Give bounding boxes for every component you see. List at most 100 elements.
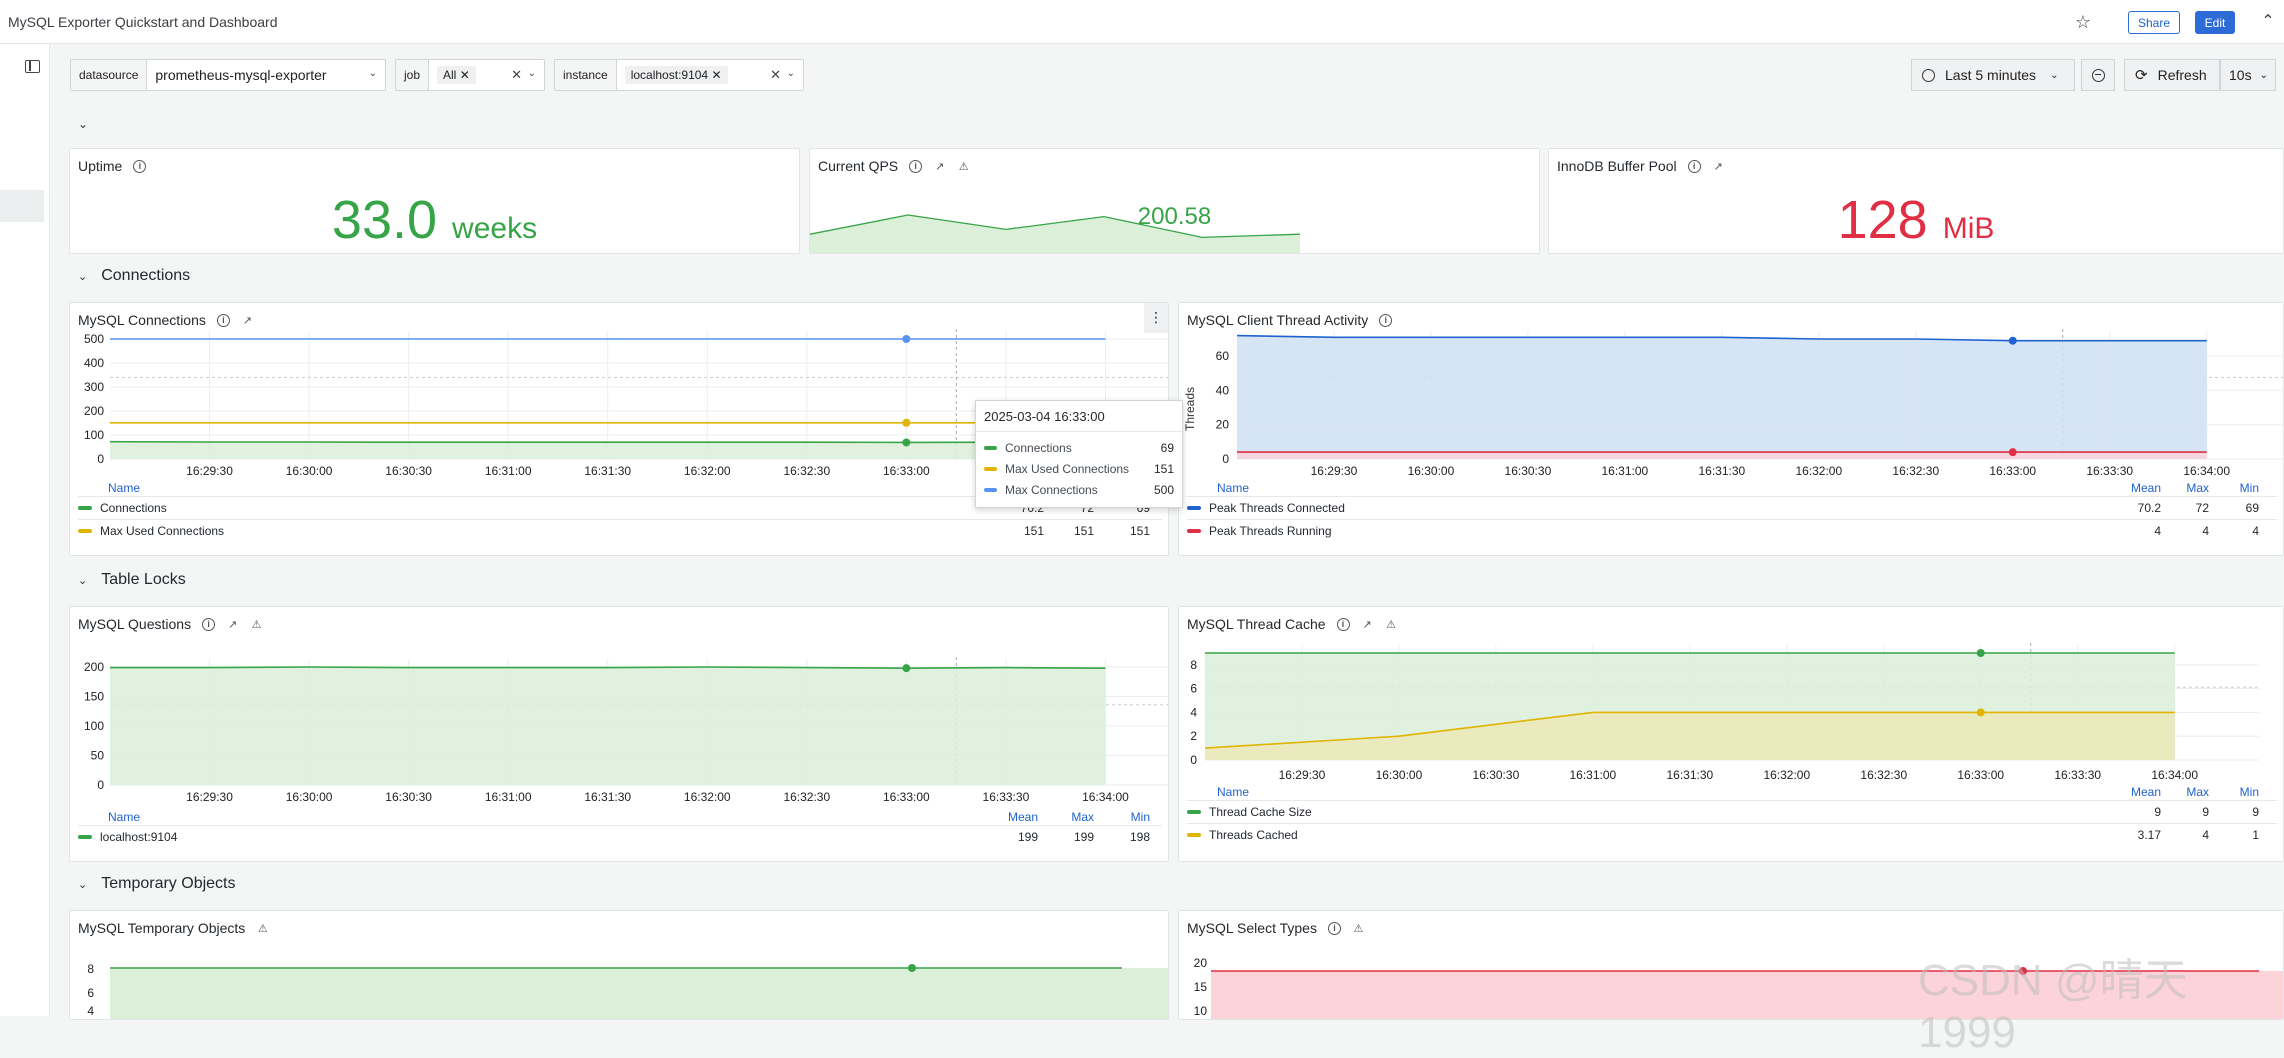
external-link-icon[interactable]: ↗ <box>1712 160 1725 173</box>
area-fill <box>110 968 1169 1020</box>
job-select[interactable]: All ✕✕⌄ <box>429 60 544 90</box>
clear-icon[interactable]: ✕ <box>770 67 781 83</box>
legend-swatch <box>1187 810 1201 814</box>
tooltip-series-name: Max Connections <box>1005 483 1098 497</box>
refresh-interval-picker[interactable]: 10s ⌄ <box>2220 59 2276 91</box>
x-tick-label: 16:34:00 <box>2183 464 2230 478</box>
y-tick-label: 2 <box>1190 729 1197 743</box>
share-button[interactable]: Share <box>2128 11 2180 34</box>
job-chip: All ✕ <box>437 66 476 84</box>
chevron-down-icon: ⌄ <box>2260 70 2268 81</box>
datasource-variable[interactable]: datasource prometheus-mysql-exporter⌄ <box>70 59 386 91</box>
tooltip-value: 500 <box>1154 483 1174 497</box>
y-tick-label: 0 <box>1190 753 1197 767</box>
hover-point <box>902 438 910 446</box>
x-tick-label: 16:33:00 <box>1989 464 2036 478</box>
y-tick-label: 0 <box>1222 452 1229 466</box>
legend-row[interactable]: Peak Threads Running 4 4 4 <box>1187 519 2277 541</box>
temp-objects-chart: 8 6 4 <box>70 911 1169 1020</box>
edit-button[interactable]: Edit <box>2195 11 2235 34</box>
x-tick-label: 16:30:30 <box>1505 464 1552 478</box>
legend-max-header: Max <box>2169 481 2209 495</box>
top-bar: MySQL Exporter Quickstart and Dashboard … <box>0 0 2284 44</box>
dock-menu-icon[interactable] <box>25 60 40 73</box>
panel-title-row: InnoDB Buffer Pooli↗ <box>1557 158 1725 174</box>
y-tick-label: 100 <box>84 719 104 733</box>
y-axis-label: Threads <box>1183 387 1197 431</box>
instance-chip: localhost:9104 ✕ <box>625 66 728 84</box>
x-tick-label: 16:29:30 <box>1311 464 1358 478</box>
legend-series-name: Max Used Connections <box>100 524 224 538</box>
legend-row[interactable]: localhost:9104 199 199 198 <box>78 825 1162 847</box>
time-range-picker[interactable]: Last 5 minutes ⌄ <box>1911 59 2075 91</box>
y-tick-label: 400 <box>84 356 104 370</box>
hover-point <box>1977 708 1985 716</box>
refresh-icon: ⟳ <box>2135 66 2148 84</box>
legend-row[interactable]: Thread Cache Size 9 9 9 <box>1187 800 2277 822</box>
hover-point <box>908 964 916 972</box>
x-tick-label: 16:30:00 <box>1408 464 1455 478</box>
legend-swatch <box>1187 529 1201 533</box>
refresh-button[interactable]: ⟳ Refresh <box>2124 59 2220 91</box>
x-tick-label: 16:31:00 <box>485 464 532 478</box>
legend-swatch <box>1187 506 1201 510</box>
legend-min: 198 <box>1110 830 1150 844</box>
side-nav <box>0 44 50 1016</box>
row-title: Temporary Objects <box>101 875 235 893</box>
legend-min: 69 <box>2219 501 2259 515</box>
x-tick-label: 16:34:00 <box>2151 768 2198 782</box>
clock-icon <box>1922 69 1935 82</box>
legend-swatch <box>78 835 92 839</box>
info-icon[interactable]: i <box>1688 160 1701 173</box>
refresh-label: Refresh <box>2158 67 2207 83</box>
x-tick-label: 16:32:00 <box>684 790 731 804</box>
innodb-unit: MiB <box>1943 212 1995 245</box>
tooltip-swatch <box>984 488 997 492</box>
collapse-icon[interactable]: ⌃ <box>2258 10 2278 32</box>
job-variable[interactable]: job All ✕✕⌄ <box>395 59 545 91</box>
x-tick-label: 16:32:30 <box>783 464 830 478</box>
x-tick-label: 16:33:30 <box>2054 768 2101 782</box>
legend-max-header: Max <box>2169 785 2209 799</box>
chip-remove-icon[interactable]: ✕ <box>711 68 721 82</box>
series-area <box>110 667 1105 785</box>
uptime-number: 33.0 <box>332 190 437 250</box>
zoom-out-button[interactable] <box>2081 59 2115 91</box>
row-temporary-objects[interactable]: ⌄Temporary Objects <box>78 875 235 893</box>
tooltip-series-name: Connections <box>1005 441 1072 455</box>
sidenav-active-item[interactable] <box>0 190 44 222</box>
row-table-locks[interactable]: ⌄Table Locks <box>78 571 186 589</box>
tooltip-value: 151 <box>1154 462 1174 476</box>
legend-row[interactable]: Peak Threads Connected 70.2 72 69 <box>1187 496 2277 518</box>
legend-max: 72 <box>2169 501 2209 515</box>
chevron-down-icon: ⌄ <box>787 68 795 79</box>
chevron-down-icon: ⌄ <box>2050 70 2058 81</box>
star-icon[interactable]: ☆ <box>2072 11 2094 33</box>
row-collapse-chevron[interactable]: ⌄ <box>78 117 88 131</box>
x-tick-label: 16:33:00 <box>883 464 930 478</box>
instance-variable[interactable]: instance localhost:9104 ✕✕⌄ <box>554 59 804 91</box>
thread-cache-chart: 0246816:29:3016:30:0016:30:3016:31:0016:… <box>1179 607 2284 790</box>
instance-select[interactable]: localhost:9104 ✕✕⌄ <box>617 60 803 90</box>
chip-remove-icon[interactable]: ✕ <box>460 68 470 82</box>
y-tick: 20 <box>1194 956 1208 970</box>
x-tick-label: 16:30:00 <box>286 790 333 804</box>
legend-max: 199 <box>1054 830 1094 844</box>
row-connections[interactable]: ⌄Connections <box>78 267 190 285</box>
tooltip-series-name: Max Used Connections <box>1005 462 1129 476</box>
info-icon[interactable]: i <box>133 160 146 173</box>
x-tick-label: 16:29:30 <box>186 464 233 478</box>
clear-icon[interactable]: ✕ <box>511 67 522 83</box>
tooltip-time: 2025-03-04 16:33:00 <box>984 409 1105 424</box>
legend-mean: 9 <box>2113 805 2161 819</box>
legend-series-name: Thread Cache Size <box>1209 805 1312 819</box>
panel-title-row: Uptimei <box>78 158 146 174</box>
legend-row[interactable]: Max Used Connections 151 151 151 <box>78 519 1162 541</box>
datasource-select[interactable]: prometheus-mysql-exporter⌄ <box>147 60 385 90</box>
y-tick-label: 60 <box>1216 349 1230 363</box>
legend-row[interactable]: Threads Cached 3.17 4 1 <box>1187 823 2277 845</box>
legend-mean: 199 <box>990 830 1038 844</box>
datasource-value: prometheus-mysql-exporter <box>155 67 326 83</box>
legend-name-header: Name <box>108 481 140 495</box>
legend-name-header: Name <box>1217 481 1249 495</box>
